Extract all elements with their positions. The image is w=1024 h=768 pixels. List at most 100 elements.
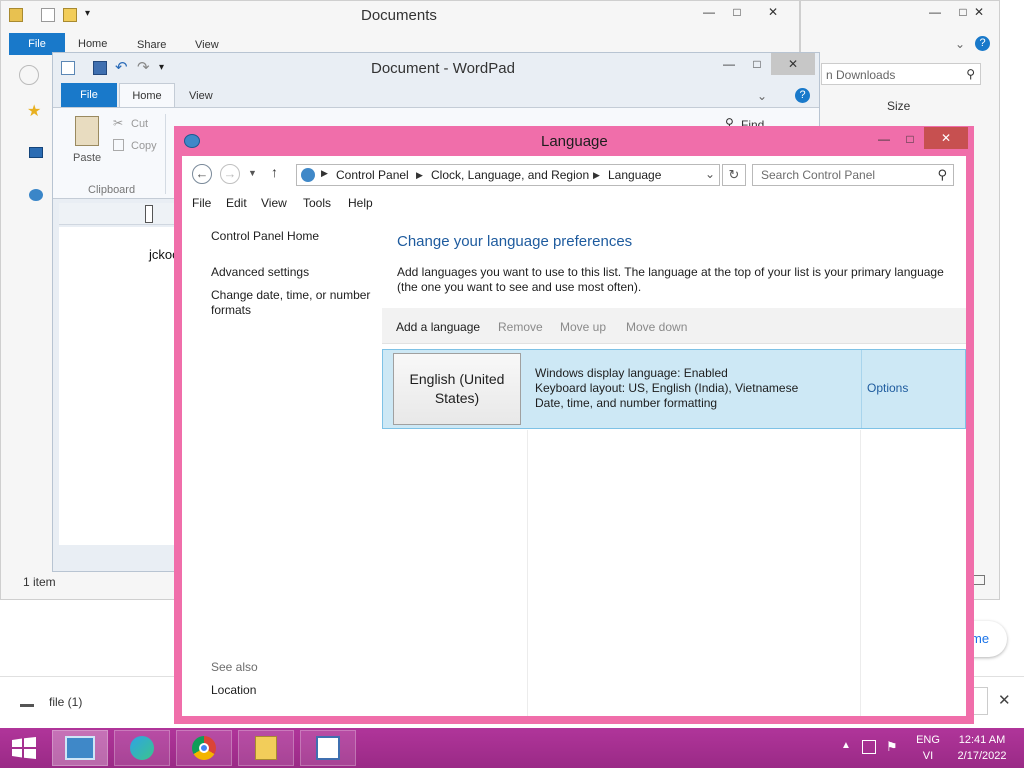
up-button[interactable]: ↑ xyxy=(271,164,278,180)
language-name: English (United States) xyxy=(409,371,505,406)
refresh-icon[interactable]: ↻ xyxy=(722,164,746,186)
minimize-button[interactable]: — xyxy=(921,1,949,23)
downloads-search-placeholder: n Downloads xyxy=(826,68,896,82)
address-bar[interactable]: ▶ Control Panel ▶ Clock, Language, and R… xyxy=(296,164,720,186)
help-icon[interactable]: ? xyxy=(975,36,990,51)
page-title: Change your language preferences xyxy=(397,233,633,250)
clock-time[interactable]: 12:41 AM xyxy=(950,734,1014,746)
tab-view[interactable]: View xyxy=(195,39,219,51)
tab-file[interactable]: File xyxy=(61,83,117,107)
language-window: Language — □ ✕ ← → ▼ ↑ ▶ Control Panel ▶… xyxy=(174,126,974,724)
taskbar-edge[interactable] xyxy=(114,730,170,766)
action-center-icon[interactable]: ⚑ xyxy=(886,739,898,755)
taskbar-chrome[interactable] xyxy=(176,730,232,766)
close-button[interactable]: ✕ xyxy=(751,1,795,23)
maximize-button[interactable]: □ xyxy=(743,53,771,75)
breadcrumb-chevron-icon: ▶ xyxy=(321,168,328,178)
menu-file[interactable]: File xyxy=(192,196,211,210)
menu-edit[interactable]: Edit xyxy=(226,196,247,210)
wordpad-title: Document - WordPad xyxy=(371,60,515,77)
close-button[interactable]: ✕ xyxy=(771,53,815,75)
minimize-button[interactable]: — xyxy=(870,128,898,150)
download-file-label[interactable]: file (1) xyxy=(49,695,82,709)
language-name-card[interactable]: English (United States) xyxy=(393,353,521,425)
close-button[interactable]: ✕ xyxy=(924,127,968,149)
sidebar-advanced-settings[interactable]: Advanced settings xyxy=(211,265,309,280)
wordpad-app-icon xyxy=(61,61,75,75)
quick-access-dropdown-icon[interactable]: ▾ xyxy=(85,8,90,19)
minimize-button[interactable]: — xyxy=(715,53,743,75)
copy-icon[interactable] xyxy=(113,139,124,151)
copy-label[interactable]: Copy xyxy=(131,140,157,152)
menu-help[interactable]: Help xyxy=(348,196,373,210)
back-button[interactable]: ← xyxy=(192,164,212,184)
move-up-button[interactable]: Move up xyxy=(560,320,606,334)
sidebar-location[interactable]: Location xyxy=(211,683,256,698)
sidebar-change-date-time-formats[interactable]: Change date, time, or number formats xyxy=(211,288,381,318)
forward-button[interactable]: → xyxy=(220,164,240,184)
new-folder-icon[interactable] xyxy=(63,8,77,22)
maximize-button[interactable]: □ xyxy=(723,1,751,23)
input-language-top[interactable]: ENG xyxy=(914,734,942,746)
tab-home-documents[interactable]: Home xyxy=(78,38,107,50)
recent-locations-dropdown-icon[interactable]: ▼ xyxy=(248,168,257,178)
cut-label[interactable]: Cut xyxy=(131,118,148,130)
save-icon[interactable] xyxy=(93,61,107,75)
clipboard-group-label: Clipboard xyxy=(88,184,136,196)
move-down-button[interactable]: Move down xyxy=(626,320,687,334)
tab-view[interactable]: View xyxy=(189,90,213,102)
breadcrumb-clock-language-region[interactable]: Clock, Language, and Region xyxy=(431,168,589,182)
undo-icon[interactable]: ↶ xyxy=(115,58,128,76)
show-hidden-icons[interactable]: ▲ xyxy=(841,740,851,751)
language-list-item[interactable]: English (United States) Windows display … xyxy=(382,349,966,429)
back-icon[interactable] xyxy=(19,65,39,85)
close-download-bar-icon[interactable]: ✕ xyxy=(998,691,1011,709)
taskbar-wordpad[interactable] xyxy=(300,730,356,766)
breadcrumb-control-panel[interactable]: Control Panel xyxy=(336,168,409,182)
input-language-bottom[interactable]: VI xyxy=(914,750,942,762)
ribbon-expand-icon[interactable]: ⌄ xyxy=(955,37,965,51)
taskbar-file-explorer[interactable] xyxy=(238,730,294,766)
close-button[interactable]: ✕ xyxy=(957,1,1001,23)
paste-label[interactable]: Paste xyxy=(73,152,101,164)
folder-icon xyxy=(255,736,277,760)
add-language-button[interactable]: Add a language xyxy=(396,320,480,334)
edge-icon xyxy=(130,736,154,760)
column-size-header[interactable]: Size xyxy=(887,99,910,113)
windows-logo-icon xyxy=(12,737,36,759)
maximize-button[interactable]: □ xyxy=(896,128,924,150)
see-also-heading: See also xyxy=(211,660,258,674)
clock-date[interactable]: 2/17/2022 xyxy=(950,750,1014,762)
start-button[interactable] xyxy=(10,737,38,759)
tab-home[interactable]: Home xyxy=(119,83,175,108)
ruler-indent-marker[interactable] xyxy=(145,205,153,223)
ribbon-expand-icon[interactable]: ⌄ xyxy=(757,89,767,103)
language-options-link[interactable]: Options xyxy=(867,381,908,395)
view-icon[interactable] xyxy=(973,575,985,585)
remove-button[interactable]: Remove xyxy=(498,320,543,334)
properties-icon[interactable] xyxy=(41,8,55,22)
redo-icon[interactable]: ↷ xyxy=(137,58,150,76)
search-control-panel-field[interactable]: Search Control Panel ⚲ xyxy=(752,164,954,186)
taskbar-control-panel[interactable] xyxy=(52,730,108,766)
tab-file-label: File xyxy=(80,89,98,101)
menu-tools[interactable]: Tools xyxy=(303,196,331,210)
breadcrumb-chevron-icon: ▶ xyxy=(593,170,600,180)
downloads-search-box[interactable]: n Downloads ⚲ xyxy=(821,63,981,85)
tab-home[interactable]: Share xyxy=(137,39,166,51)
network-icon[interactable] xyxy=(862,740,876,754)
chrome-icon xyxy=(192,736,216,760)
address-dropdown-icon[interactable]: ⌄ xyxy=(705,167,715,181)
computer-icon xyxy=(29,147,43,158)
paste-icon[interactable] xyxy=(75,116,99,146)
help-icon[interactable]: ? xyxy=(795,88,810,103)
menu-view[interactable]: View xyxy=(261,196,287,210)
search-icon: ⚲ xyxy=(966,67,975,81)
breadcrumb-language[interactable]: Language xyxy=(608,168,661,182)
sidebar-control-panel-home[interactable]: Control Panel Home xyxy=(211,229,319,244)
minimize-button[interactable]: — xyxy=(695,1,723,23)
cut-icon[interactable]: ✂ xyxy=(113,116,123,130)
quick-access-dropdown-icon[interactable]: ▾ xyxy=(159,62,164,73)
column-divider xyxy=(527,430,528,716)
language-formatting: Date, time, and number formatting xyxy=(535,396,718,410)
